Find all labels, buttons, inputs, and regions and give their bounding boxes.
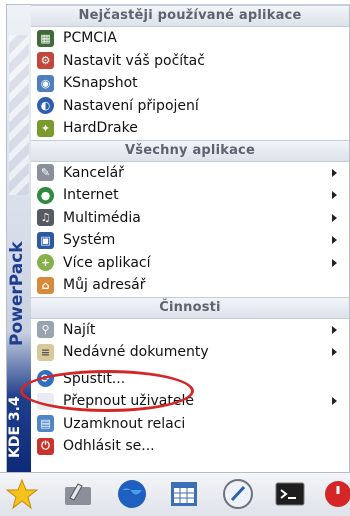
ksnapshot-icon: ◉ [37, 74, 54, 92]
menu-item-label: Odhlásit se... [63, 438, 155, 455]
kmenu-star-icon[interactable] [6, 478, 38, 510]
submenu-arrow-icon [332, 191, 337, 199]
menu-item-ksnapshot[interactable]: ◉ KSnapshot [31, 72, 349, 95]
harddrake-icon: ✦ [37, 119, 54, 137]
recent-documents-icon: ≡ [37, 343, 54, 361]
section-header-actions: Činnosti [31, 296, 349, 319]
menu-item-office[interactable]: ✎ Kancelář [31, 162, 349, 185]
menu-item-label: Najít [63, 321, 96, 338]
menu-item-label: Internet [63, 187, 119, 204]
menu-item-system[interactable]: ▣ Systém [31, 229, 349, 252]
browser-globe-icon[interactable] [116, 478, 148, 510]
menu-item-label: Nastavit váš počítač [63, 52, 205, 69]
switch-user-icon [37, 392, 54, 410]
section-header-all-apps: Všechny aplikace [31, 139, 349, 162]
shutdown-icon[interactable] [322, 478, 350, 510]
submenu-arrow-icon [332, 258, 337, 267]
menu-item-label: KSnapshot [63, 75, 138, 92]
home-folder-icon: ⌂ [37, 276, 54, 294]
banner-version: KDE 3.4 [7, 396, 23, 458]
menu-item-label: Kancelář [63, 164, 124, 181]
globe-icon: ● [37, 186, 54, 204]
menu-item-label: HardDrake [63, 120, 138, 137]
menu-item-lock-session[interactable]: ▤ Uzamknout relaci [31, 413, 349, 436]
find-icon: ⚲ [37, 321, 54, 339]
menu-item-label: Více aplikací [63, 254, 151, 271]
control-center-icon[interactable] [62, 478, 94, 510]
submenu-arrow-icon [332, 168, 337, 177]
menu-item-label: Uzamknout relaci [63, 415, 186, 432]
text-editor-icon[interactable] [222, 478, 254, 510]
kde-side-banner: PowerPack KDE 3.4 [6, 4, 32, 473]
lock-session-icon: ▤ [37, 415, 54, 433]
kmenu-panel: Nejčastěji používané aplikace ▦ PCMCIA ⚙… [31, 4, 350, 472]
menu-item-label: Systém [63, 232, 116, 249]
menu-item-label: Multimédia [63, 209, 141, 226]
submenu-arrow-icon [332, 236, 337, 244]
menu-item-label: Nastavení připojení [63, 97, 199, 114]
network-connection-icon: ◐ [37, 97, 54, 115]
submenu-arrow-icon [332, 348, 337, 356]
menu-item-configure-computer[interactable]: ⚙ Nastavit váš počítač [31, 50, 349, 73]
multimedia-icon: ♫ [37, 209, 54, 227]
section-header-frequent: Nejčastěji používané aplikace [31, 5, 349, 27]
menu-item-home-folder[interactable]: ⌂ Můj adresář [31, 274, 349, 297]
computer-config-icon: ⚙ [37, 52, 54, 70]
logout-icon: ⏻ [37, 437, 54, 455]
menu-item-label: PCMCIA [63, 30, 117, 47]
menu-item-label: Nedávné dokumenty [63, 344, 209, 361]
menu-item-run-command[interactable]: ⟳ Spustit... [31, 368, 349, 391]
kde-panel-taskbar [0, 472, 350, 516]
menu-item-label: Spustit... [63, 370, 126, 387]
submenu-arrow-icon [332, 397, 337, 405]
submenu-arrow-icon [332, 213, 337, 222]
banner-decoration [9, 35, 29, 195]
calendar-spreadsheet-icon[interactable] [168, 478, 200, 510]
run-command-icon: ⟳ [37, 370, 54, 388]
menu-item-switch-user[interactable]: Přepnout uživatele [31, 390, 349, 413]
menu-item-logout[interactable]: ⏻ Odhlásit se... [31, 435, 349, 458]
banner-brand: PowerPack [7, 241, 27, 347]
more-apps-icon: + [37, 254, 54, 272]
menu-item-multimedia[interactable]: ♫ Multimédia [31, 207, 349, 230]
menu-item-label: Můj adresář [63, 277, 146, 294]
office-icon: ✎ [37, 164, 54, 182]
menu-item-label: Přepnout uživatele [63, 393, 194, 410]
menu-item-pcmcia[interactable]: ▦ PCMCIA [31, 27, 349, 50]
menu-item-connection-settings[interactable]: ◐ Nastavení připojení [31, 95, 349, 118]
system-icon: ▣ [37, 231, 54, 249]
submenu-arrow-icon [332, 325, 337, 334]
menu-item-harddrake[interactable]: ✦ HardDrake [31, 117, 349, 140]
menu-item-find[interactable]: ⚲ Najít [31, 319, 349, 342]
terminal-icon[interactable] [274, 478, 306, 510]
menu-item-more-apps[interactable]: + Více aplikací [31, 252, 349, 275]
menu-item-recent-documents[interactable]: ≡ Nedávné dokumenty [31, 341, 349, 364]
menu-item-internet[interactable]: ● Internet [31, 184, 349, 207]
pcmcia-card-icon: ▦ [37, 29, 54, 47]
